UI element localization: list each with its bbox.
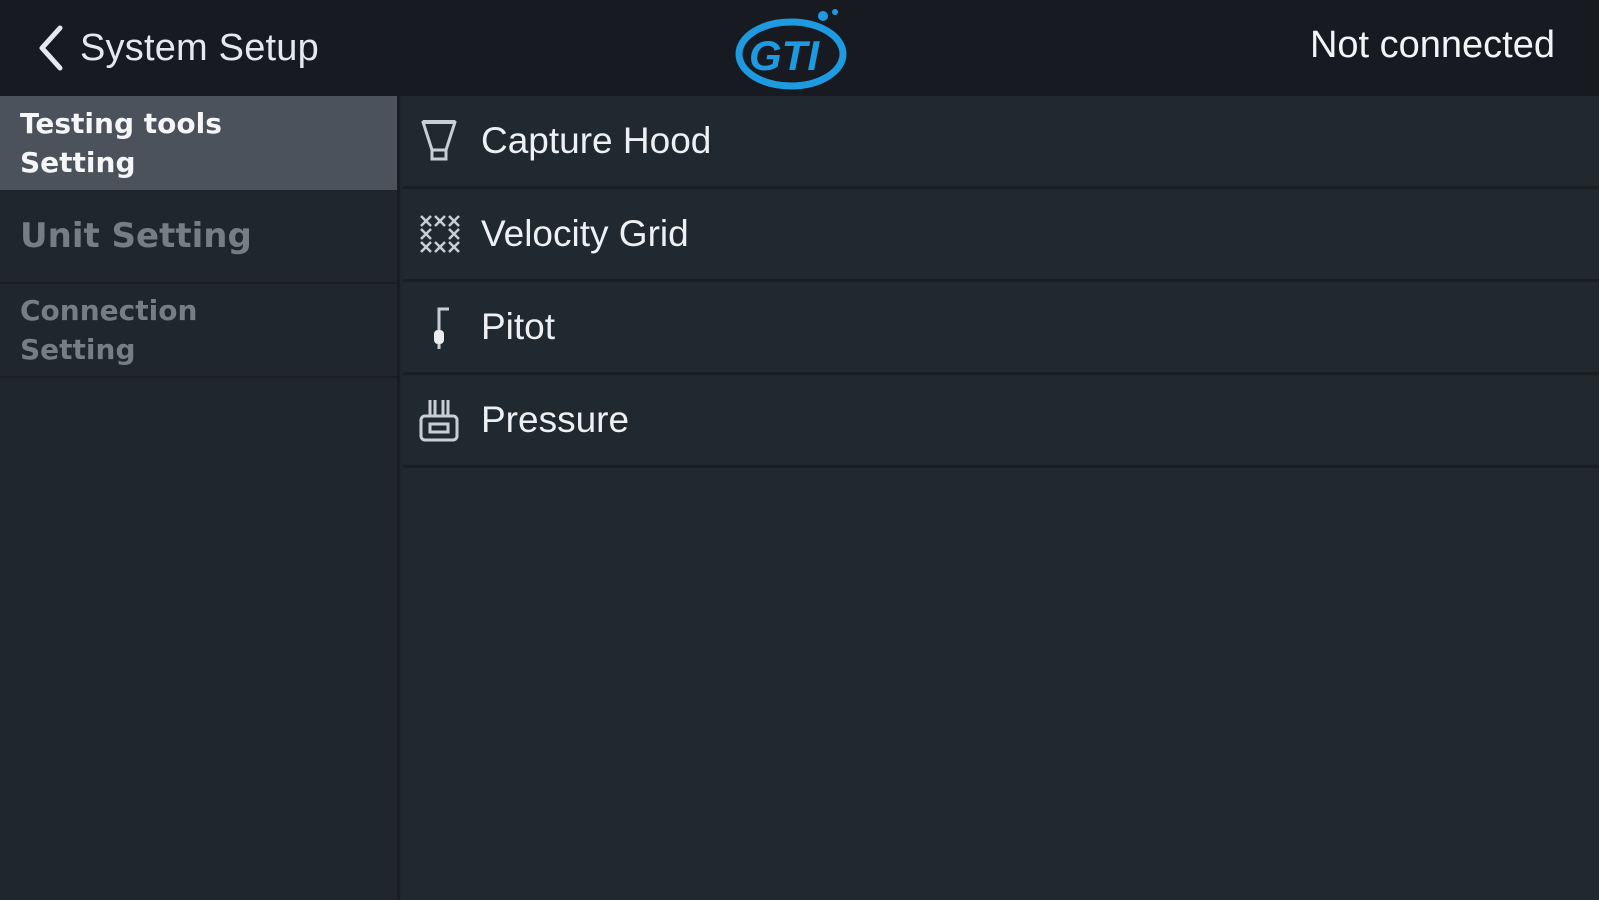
sidebar-item-connection-setting[interactable]: Connection Setting <box>0 284 397 378</box>
list-item-label: Pitot <box>481 306 556 347</box>
list-item-velocity-grid[interactable]: Velocity Grid <box>403 189 1599 282</box>
list-item-label: Velocity Grid <box>481 213 689 254</box>
tools-list: Capture Hood Velocity Grid Pitot Pressur… <box>403 96 1599 900</box>
sidebar-item-label: Connection Setting <box>20 294 198 366</box>
sidebar-item-unit-setting[interactable]: Unit Setting <box>0 190 397 284</box>
back-label: System Setup <box>80 26 319 69</box>
back-button[interactable]: System Setup <box>36 18 319 78</box>
list-item-capture-hood[interactable]: Capture Hood <box>403 96 1599 189</box>
list-item-label: Pressure <box>481 399 630 440</box>
capture-hood-icon <box>417 117 461 165</box>
list-item-pressure[interactable]: Pressure <box>403 375 1599 468</box>
list-item-label: Capture Hood <box>481 120 712 161</box>
top-bar: System Setup GTI Not connected <box>0 0 1599 96</box>
sidebar: Testing tools Setting Unit Setting Conne… <box>0 96 400 900</box>
pressure-icon <box>417 396 461 444</box>
list-item-pitot[interactable]: Pitot <box>403 282 1599 375</box>
logo-text: GTI <box>749 32 820 79</box>
gti-logo: GTI <box>735 9 847 90</box>
velocity-grid-icon <box>417 210 461 258</box>
connection-status: Not connected <box>1309 24 1555 66</box>
pitot-icon <box>417 303 461 351</box>
sidebar-item-label: Testing tools Setting <box>20 107 222 179</box>
sidebar-item-label: Unit Setting <box>20 215 252 256</box>
chevron-left-icon <box>39 25 63 71</box>
sidebar-item-testing-tools[interactable]: Testing tools Setting <box>0 96 397 190</box>
